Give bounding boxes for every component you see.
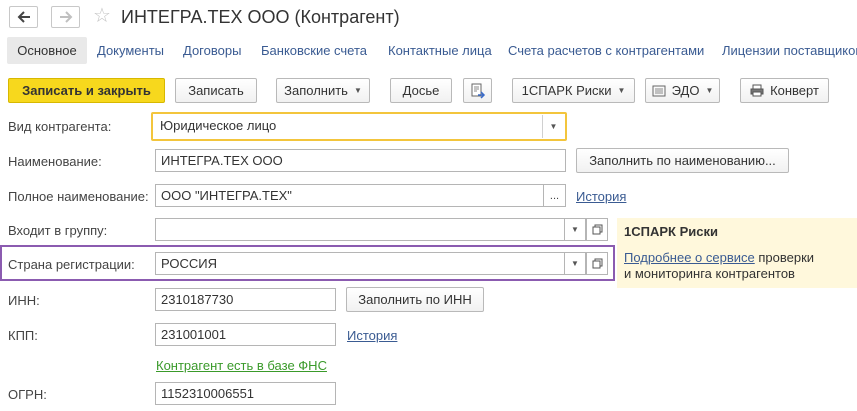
open-window-icon [592, 224, 602, 235]
save-label: Записать [188, 83, 244, 98]
kind-dropdown-button[interactable]: ▼ [542, 115, 564, 138]
tab-label: Основное [17, 43, 77, 58]
spark-text-1: проверки [758, 250, 815, 265]
save-and-close-label: Записать и закрыть [22, 83, 151, 98]
fill-dropdown-button[interactable]: Заполнить ▼ [276, 78, 370, 103]
tab-supplier-licenses[interactable]: Лицензии поставщиков [722, 43, 857, 59]
full-name-input[interactable]: ООО "ИНТЕГРА.ТЕХ" [155, 184, 544, 207]
edo-icon [652, 85, 666, 96]
inn-label: ИНН: [8, 293, 40, 308]
chevron-down-icon: ▼ [705, 86, 714, 95]
kind-select[interactable]: Юридическое лицо [155, 115, 545, 138]
edo-label: ЭДО [671, 83, 700, 98]
name-input[interactable]: ИНТЕГРА.ТЕХ ООО [155, 149, 566, 172]
group-dropdown-button[interactable]: ▼ [564, 218, 586, 241]
fns-status-link[interactable]: Контрагент есть в базе ФНС [156, 358, 327, 374]
open-window-icon [592, 258, 602, 269]
kpp-history-link[interactable]: История [347, 328, 397, 344]
save-and-close-button[interactable]: Записать и закрыть [8, 78, 165, 103]
document-link-button[interactable] [463, 78, 492, 103]
full-name-history-link[interactable]: История [576, 189, 626, 205]
tab-documents[interactable]: Документы [97, 43, 164, 59]
chevron-down-icon: ▼ [353, 86, 362, 95]
group-open-button[interactable] [586, 218, 608, 241]
kpp-label: КПП: [8, 328, 38, 343]
fill-by-name-button[interactable]: Заполнить по наименованию... [576, 148, 789, 173]
country-input[interactable]: РОССИЯ [155, 252, 566, 275]
tab-settlement-accounts[interactable]: Счета расчетов с контрагентами [508, 43, 704, 59]
spark-more-link[interactable]: Подробнее о сервисе [624, 250, 755, 265]
printer-icon [750, 84, 764, 97]
envelope-button[interactable]: Конверт [740, 78, 829, 103]
name-label: Наименование: [8, 154, 102, 169]
ellipsis-label: ... [549, 189, 560, 202]
chevron-down-icon: ▼ [617, 86, 626, 95]
envelope-label: Конверт [770, 83, 819, 98]
edo-button[interactable]: ЭДО ▼ [645, 78, 720, 103]
group-input[interactable] [155, 218, 566, 241]
back-button[interactable] [9, 6, 38, 28]
tab-bank-accounts[interactable]: Банковские счета [261, 43, 367, 59]
forward-button[interactable] [51, 6, 80, 28]
spark-text-2: и мониторинга контрагентов [624, 266, 795, 281]
spark-label: 1СПАРК Риски [521, 83, 612, 98]
spark-risks-button[interactable]: 1СПАРК Риски ▼ [512, 78, 635, 103]
group-label: Входит в группу: [8, 223, 108, 238]
kpp-input[interactable]: 231001001 [155, 323, 336, 346]
star-icon[interactable]: ☆ [93, 4, 111, 28]
tab-main[interactable]: Основное [7, 37, 87, 64]
tab-contacts[interactable]: Контактные лица [388, 43, 492, 59]
chevron-down-icon: ▼ [571, 259, 579, 268]
country-dropdown-button[interactable]: ▼ [564, 252, 586, 275]
inn-input[interactable]: 2310187730 [155, 288, 336, 311]
chevron-down-icon: ▼ [571, 225, 579, 234]
arrow-left-icon [17, 11, 30, 23]
country-label: Страна регистрации: [8, 257, 135, 272]
page-title: ИНТЕГРА.ТЕХ ООО (Контрагент) [121, 7, 400, 27]
fill-by-inn-label: Заполнить по ИНН [358, 292, 472, 307]
ogrn-label: ОГРН: [8, 387, 47, 402]
document-arrow-icon [471, 83, 485, 99]
spark-panel-title: 1СПАРК Риски [624, 224, 718, 239]
tab-contracts[interactable]: Договоры [183, 43, 241, 59]
save-button[interactable]: Записать [175, 78, 257, 103]
spark-panel: 1СПАРК Риски Подробнее о сервисе проверк… [617, 218, 857, 288]
full-name-choose-button[interactable]: ... [543, 184, 566, 207]
fill-by-inn-button[interactable]: Заполнить по ИНН [346, 287, 484, 312]
dossier-label: Досье [402, 83, 440, 98]
ogrn-input[interactable]: 1152310006551 [155, 382, 336, 405]
arrow-right-icon [59, 11, 72, 23]
fill-label: Заполнить [284, 83, 348, 98]
chevron-down-icon: ▼ [549, 122, 558, 131]
full-name-label: Полное наименование: [8, 189, 149, 204]
fill-by-name-label: Заполнить по наименованию... [589, 153, 776, 168]
dossier-button[interactable]: Досье [390, 78, 452, 103]
country-open-button[interactable] [586, 252, 608, 275]
kind-label: Вид контрагента: [8, 119, 112, 134]
